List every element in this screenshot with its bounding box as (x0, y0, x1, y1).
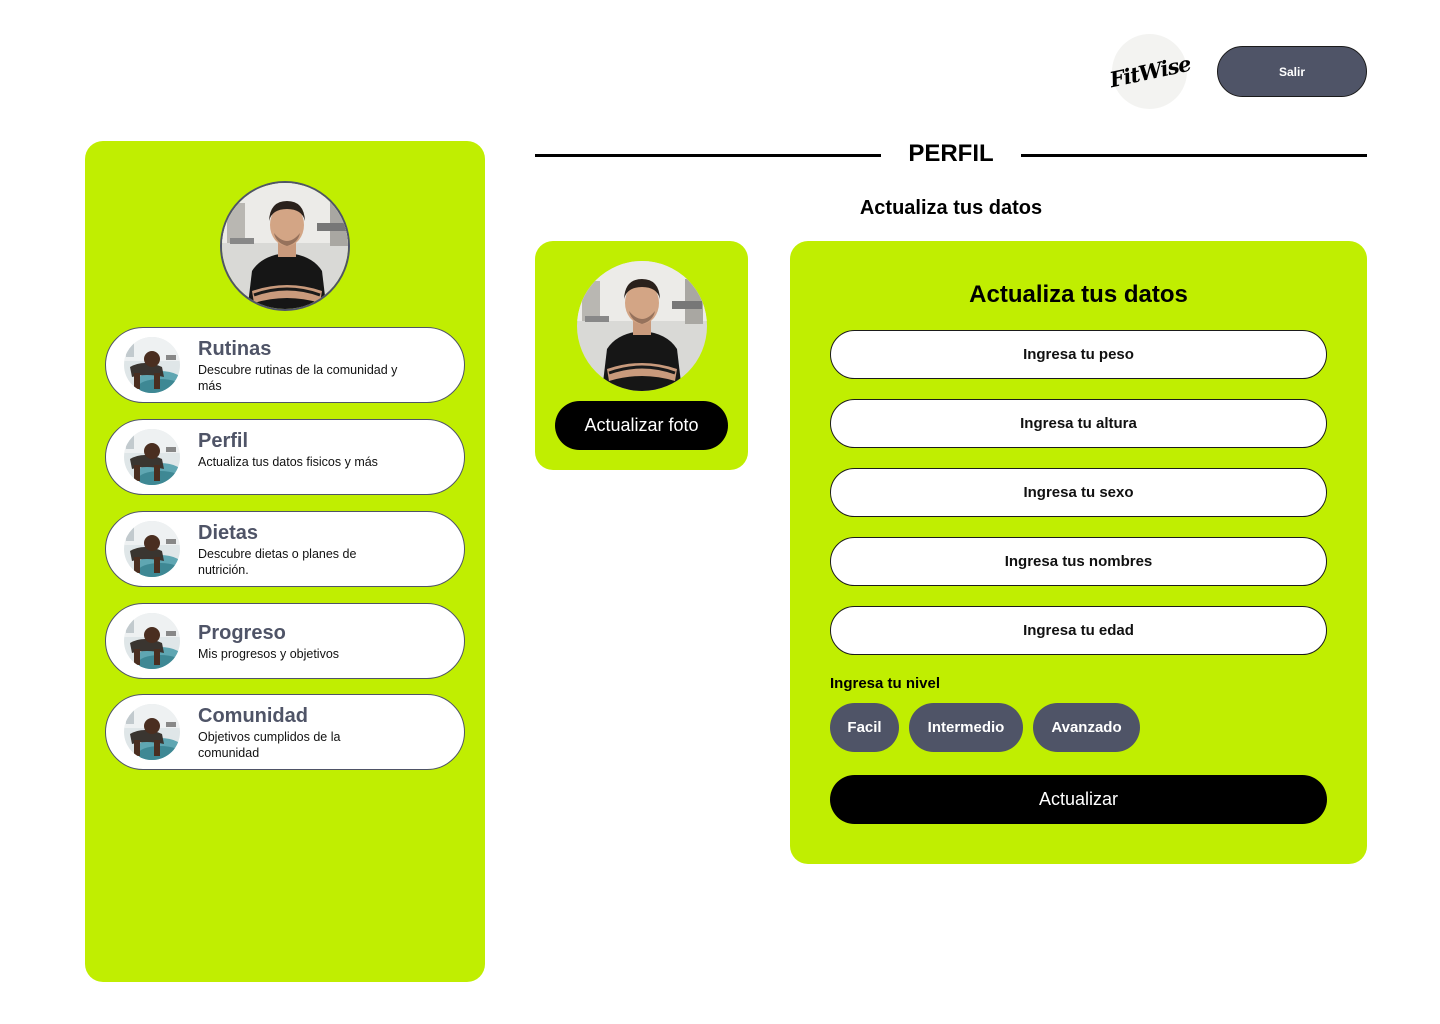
update-photo-button[interactable]: Actualizar foto (555, 401, 728, 450)
level-label: Ingresa tu nivel (830, 675, 941, 692)
nav-thumbnail (124, 337, 180, 393)
sidebar-item-description: Descubre dietas o planes de nutrición. (198, 547, 357, 577)
level-intermedio-button[interactable]: Intermedio (909, 703, 1023, 752)
sidebar-item-comunidad[interactable]: Comunidad Objetivos cumplidos de la comu… (105, 694, 465, 770)
profile-form: Actualiza tus datos Ingresa tu nivel Fac… (790, 241, 1367, 864)
sidebar-item-dietas[interactable]: Dietas Descubre dietas o planes de nutri… (105, 511, 465, 587)
weight-input[interactable] (830, 330, 1327, 379)
sidebar-item-title: Dietas (198, 522, 259, 544)
update-button[interactable]: Actualizar (830, 775, 1327, 824)
sidebar-item-title: Progreso (198, 622, 286, 644)
sidebar: Rutinas Descubre rutinas de la comunidad… (85, 141, 485, 982)
sex-input[interactable] (830, 468, 1327, 517)
sidebar-item-description: Mis progresos y objetivos (198, 647, 340, 661)
sidebar-item-title: Perfil (198, 430, 249, 452)
logo-text: FitWise (1106, 50, 1193, 93)
form-title: Actualiza tus datos (969, 281, 1188, 308)
sidebar-item-title: Rutinas (198, 338, 272, 360)
level-avanzado-button[interactable]: Avanzado (1033, 703, 1140, 752)
fitwise-logo[interactable]: FitWise (1107, 34, 1192, 109)
sidebar-avatar (220, 181, 350, 311)
page-subtitle: Actualiza tus datos (859, 197, 1043, 219)
sidebar-item-rutinas[interactable]: Rutinas Descubre rutinas de la comunidad… (105, 327, 465, 403)
title-divider-right (1021, 154, 1367, 157)
height-input[interactable] (830, 399, 1327, 448)
level-facil-button[interactable]: Facil (830, 703, 899, 752)
nav-thumbnail (124, 521, 180, 577)
sidebar-item-progreso[interactable]: Progreso Mis progresos y objetivos (105, 603, 465, 679)
sidebar-item-description: Actualiza tus datos fisicos y más (198, 455, 378, 469)
sidebar-item-title: Comunidad (198, 705, 308, 727)
logout-button[interactable]: Salir (1217, 46, 1367, 97)
photo-card: Actualizar foto (535, 241, 748, 470)
profile-photo (577, 261, 707, 391)
sidebar-item-description: Objetivos cumplidos de la comunidad (198, 730, 341, 760)
nav-thumbnail (124, 429, 180, 485)
names-input[interactable] (830, 537, 1327, 586)
nav-thumbnail (124, 613, 180, 669)
sidebar-item-perfil[interactable]: Perfil Actualiza tus datos fisicos y más (105, 419, 465, 495)
nav-thumbnail (124, 704, 180, 760)
page-title-row: PERFIL (535, 140, 1367, 172)
age-input[interactable] (830, 606, 1327, 655)
sidebar-item-description: Descubre rutinas de la comunidad y más (198, 363, 398, 393)
